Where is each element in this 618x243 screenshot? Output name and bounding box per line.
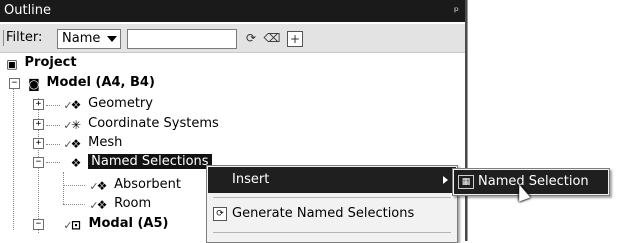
filter-type-dropdown[interactable]: Name <box>57 29 121 49</box>
insert-submenu: ▦ Named Selection <box>452 168 610 196</box>
tree-item-label: Named Selections <box>88 154 212 169</box>
expand-icon[interactable]: + <box>33 138 44 149</box>
tree-item-modal[interactable]: ✓⊡ Modal (A5) <box>60 214 168 234</box>
expand-icon[interactable]: + <box>33 99 44 110</box>
project-icon: ▣ <box>6 57 18 71</box>
clear-filter-icon[interactable]: ⌫ <box>263 29 281 47</box>
panel-titlebar: Outline ᵖ <box>0 0 465 22</box>
tree-connector <box>63 172 64 204</box>
named-selection-icon: ❖ <box>96 179 108 193</box>
filter-label: Filter: <box>6 30 43 45</box>
submenu-arrow-icon <box>443 176 448 184</box>
collapse-icon[interactable]: − <box>33 219 44 230</box>
tree-item-project[interactable]: ▣ Project <box>4 53 77 73</box>
tree-item-label: Mesh <box>88 135 123 150</box>
context-menu: Insert ⟳ Generate Named Selections <box>206 165 458 243</box>
geometry-icon: ❖ <box>70 98 82 112</box>
tree-item-label: Coordinate Systems <box>88 116 219 131</box>
expand-icon[interactable]: + <box>33 119 44 130</box>
tree-item-absorbent[interactable]: ✓❖ Absorbent <box>86 175 181 195</box>
tree-item-label: Modal (A5) <box>88 216 169 231</box>
tree-connector <box>46 105 60 106</box>
tree-item-label: Geometry <box>88 96 153 111</box>
tree-connector <box>63 185 85 186</box>
tree-item-coordinate-systems[interactable]: ✓✳ Coordinate Systems <box>60 114 219 134</box>
menu-separator <box>213 197 451 198</box>
filter-search-input[interactable] <box>127 29 237 49</box>
expand-all-icon[interactable]: + <box>287 31 303 47</box>
chevron-down-icon <box>107 36 117 42</box>
menu-separator <box>213 232 451 233</box>
tree-connector <box>46 144 60 145</box>
graphics-area[interactable] <box>467 0 618 241</box>
collapse-icon[interactable]: − <box>33 157 44 168</box>
filter-toolbar: Filter: Name ⟳ ⌫ + <box>0 24 465 53</box>
analysis-icon: ⊡ <box>70 218 82 232</box>
menu-item-label: Insert <box>232 172 270 187</box>
pin-icon[interactable]: ᵖ <box>454 0 459 22</box>
panel-title: Outline <box>4 3 52 18</box>
generate-icon: ⟳ <box>213 207 227 221</box>
tree-item-mesh[interactable]: ✓❖ Mesh <box>60 133 122 153</box>
refresh-filter-icon[interactable]: ⟳ <box>242 29 260 47</box>
named-selection-icon: ❖ <box>96 198 108 212</box>
tree-item-label: Model (A4, B4) <box>46 75 155 90</box>
named-selections-icon: ❖ <box>70 156 82 170</box>
toolbar-grip <box>3 30 4 46</box>
collapse-icon[interactable]: − <box>9 78 20 89</box>
menu-item-label: Generate Named Selections <box>232 206 415 221</box>
tree-item-label: Room <box>114 196 152 211</box>
tree-item-geometry[interactable]: ✓❖ Geometry <box>60 94 153 114</box>
tree-connector <box>13 80 14 230</box>
tree-connector <box>46 162 60 163</box>
menu-item-insert[interactable]: Insert <box>208 167 456 193</box>
coordinate-axes-icon: ✳ <box>70 118 82 132</box>
tree-connector <box>63 204 85 205</box>
menu-item-label: Named Selection <box>478 174 589 189</box>
tree-connector <box>46 125 60 126</box>
tree-item-label: Absorbent <box>114 177 181 192</box>
tree-item-label: Project <box>24 55 77 70</box>
menu-item-generate-named-selections[interactable]: ⟳ Generate Named Selections <box>208 201 456 227</box>
named-selection-icon: ▦ <box>458 175 474 189</box>
menu-item-named-selection[interactable]: ▦ Named Selection <box>454 170 608 194</box>
model-icon: ◙ <box>28 77 40 91</box>
filter-type-value: Name <box>62 31 101 46</box>
tree-item-model[interactable]: ◙ Model (A4, B4) <box>26 73 155 93</box>
tree-item-named-selections[interactable]: ❖ Named Selections <box>68 152 212 172</box>
mesh-icon: ❖ <box>70 137 82 151</box>
tree-item-room[interactable]: ✓❖ Room <box>86 194 151 214</box>
